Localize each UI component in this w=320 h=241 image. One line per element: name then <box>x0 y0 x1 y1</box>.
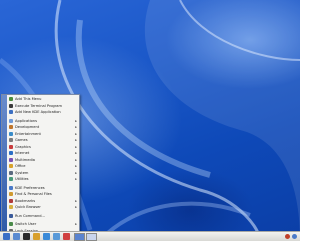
submenu-arrow-icon: ▸ <box>75 205 77 209</box>
menu-item[interactable]: Add New KDE Application <box>7 109 79 116</box>
home-icon[interactable] <box>33 233 40 240</box>
preferences-icon <box>9 185 13 190</box>
kde-icon <box>9 110 13 115</box>
pager-desktop[interactable] <box>74 232 85 241</box>
k-menu: Add This Menu Execute Terminal Program Add… <box>1 94 80 240</box>
menu-item-label: Utilities <box>15 177 29 181</box>
plus-icon <box>9 97 13 102</box>
show-desktop-icon[interactable] <box>13 233 20 240</box>
terminal-icon <box>9 103 13 108</box>
mail-icon[interactable] <box>63 233 70 240</box>
menu-item[interactable]: Quick Browser ▸ <box>7 204 79 211</box>
graphics-icon <box>9 144 13 149</box>
search-icon <box>9 192 13 197</box>
multimedia-icon <box>9 157 13 162</box>
applications-icon <box>9 118 13 123</box>
k-menu-items: Add This Menu Execute Terminal Program Add… <box>7 95 79 240</box>
terminal-icon[interactable] <box>23 233 30 240</box>
system-icon <box>9 170 13 175</box>
panel-launchers <box>0 233 70 240</box>
internet-icon <box>9 151 13 156</box>
utilities-icon <box>9 177 13 182</box>
menu-item-label: Add New KDE Application <box>15 110 61 114</box>
menu-item-label: Quick Browser <box>15 205 41 209</box>
games-icon <box>9 138 13 143</box>
menu-item-label: Run Command... <box>15 213 45 218</box>
menu-item[interactable]: Run Command... <box>7 213 79 220</box>
entertainment-icon <box>9 131 13 136</box>
pager-desktop[interactable] <box>86 232 97 241</box>
kmenu-button[interactable] <box>3 233 10 240</box>
network-icon[interactable] <box>292 234 297 239</box>
development-icon <box>9 125 13 130</box>
help-icon[interactable] <box>53 233 60 240</box>
bookmarks-icon <box>9 198 13 203</box>
desktop-pager[interactable] <box>74 232 98 241</box>
system-tray <box>285 234 297 239</box>
submenu-arrow-icon: ▸ <box>75 177 77 181</box>
office-icon <box>9 164 13 169</box>
switch-user-icon <box>9 222 13 227</box>
browser-icon[interactable] <box>43 233 50 240</box>
menu-item[interactable]: Utilities ▸ <box>7 176 79 183</box>
clipboard-icon[interactable] <box>285 234 290 239</box>
run-icon <box>9 213 13 218</box>
folder-icon <box>9 205 13 210</box>
